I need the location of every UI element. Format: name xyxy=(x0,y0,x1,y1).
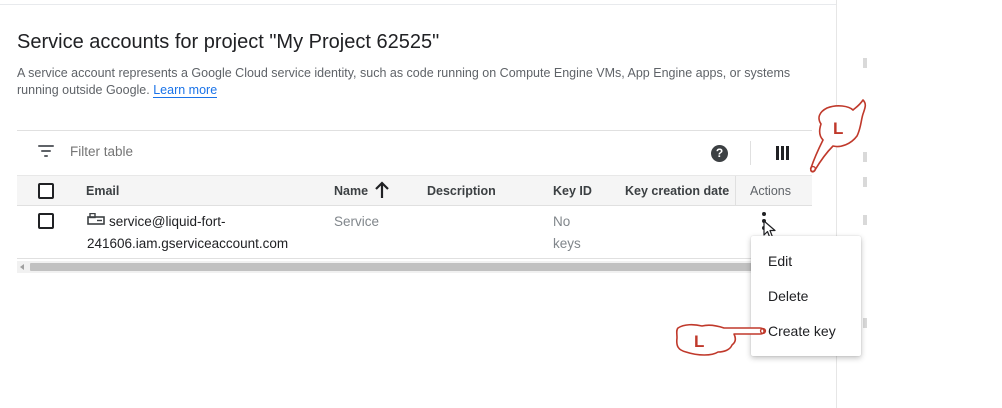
help-icon[interactable]: ? xyxy=(711,145,728,162)
table-header-row: Email Name Description Key ID Key creati… xyxy=(17,175,812,206)
panel-tick xyxy=(863,215,867,225)
menu-item-delete[interactable]: Delete xyxy=(768,288,808,304)
column-header-actions: Actions xyxy=(750,184,791,198)
panel-tick xyxy=(863,318,867,328)
row-key-id-line2: keys xyxy=(553,236,581,251)
column-header-email[interactable]: Email xyxy=(86,176,119,206)
row-key-id-line1: No xyxy=(553,214,571,229)
learn-more-link[interactable]: Learn more xyxy=(153,83,218,98)
toolbar-divider xyxy=(750,141,751,165)
page-title: Service accounts for project "My Project… xyxy=(17,31,440,53)
menu-item-edit[interactable]: Edit xyxy=(768,253,792,269)
row-checkbox[interactable] xyxy=(38,213,54,229)
sort-ascending-icon[interactable] xyxy=(374,181,390,199)
row-email-line1[interactable]: service@liquid-fort- xyxy=(109,211,225,232)
top-divider xyxy=(0,4,836,5)
pointing-hand-icon: L xyxy=(675,323,767,356)
table-top-border xyxy=(17,130,812,131)
hand-letter: L xyxy=(694,332,704,351)
page-description: A service account represents a Google Cl… xyxy=(17,65,827,99)
column-display-icon[interactable] xyxy=(776,146,790,160)
column-header-description[interactable]: Description xyxy=(427,176,496,206)
filter-icon[interactable] xyxy=(38,145,54,159)
column-header-key-creation-date[interactable]: Key creation date xyxy=(625,176,729,206)
row-name: Service xyxy=(334,214,380,229)
service-account-icon xyxy=(87,213,105,225)
panel-tick xyxy=(863,58,867,68)
scrollbar-thumb[interactable] xyxy=(30,263,753,271)
menu-item-create-key[interactable]: Create key xyxy=(768,323,836,339)
row-email-line2[interactable]: 241606.iam.gserviceaccount.com xyxy=(87,233,288,254)
column-header-key-id[interactable]: Key ID xyxy=(553,176,592,206)
filter-table-input[interactable] xyxy=(70,144,370,159)
description-text: A service account represents a Google Cl… xyxy=(17,66,791,97)
pointing-hand-icon: L xyxy=(809,99,867,173)
scroll-left-icon[interactable] xyxy=(20,264,24,270)
actions-column-divider xyxy=(735,176,736,206)
panel-tick xyxy=(863,177,867,187)
column-header-name[interactable]: Name xyxy=(334,176,368,206)
select-all-checkbox[interactable] xyxy=(38,183,54,199)
hand-letter: L xyxy=(833,119,843,138)
